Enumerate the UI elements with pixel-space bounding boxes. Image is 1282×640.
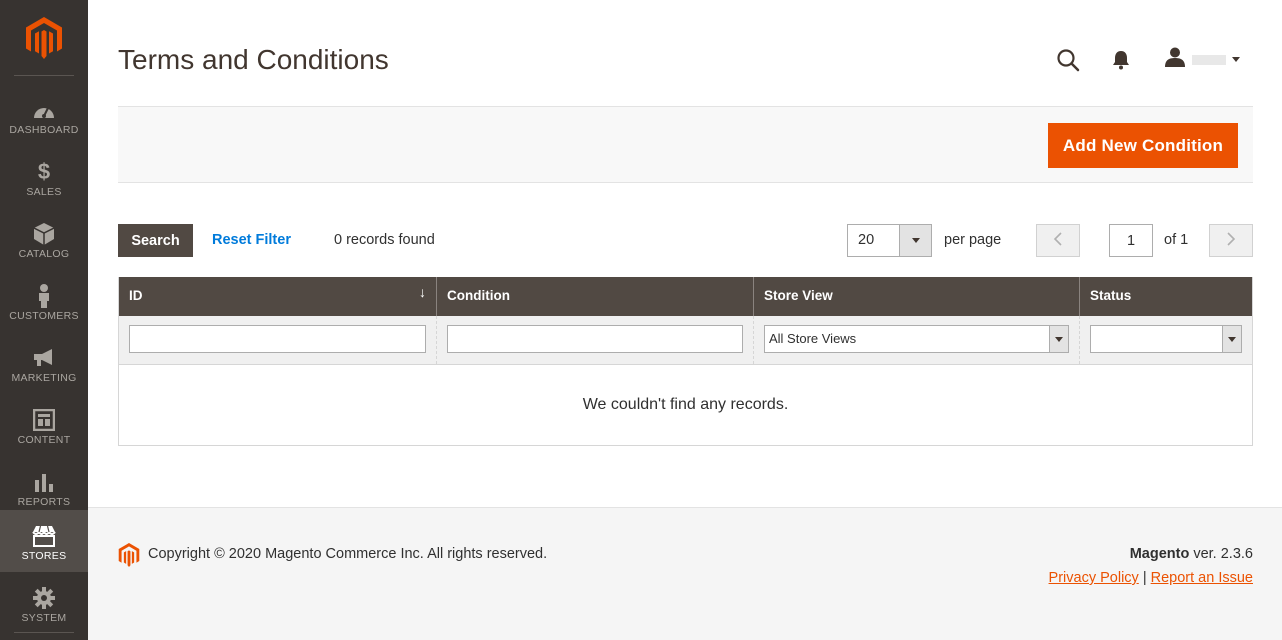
column-header-label: Condition	[447, 288, 510, 303]
page-title: Terms and Conditions	[118, 44, 389, 75]
magento-footer-logo-icon	[118, 543, 140, 567]
store-view-filter-value: All Store Views	[769, 331, 857, 346]
next-page-button[interactable]	[1209, 224, 1253, 257]
sidebar-item-label: SALES	[26, 186, 62, 198]
admin-sidebar: DASHBOARD $ SALES CATALOG CUSTOMERS MARK…	[0, 0, 88, 640]
report-issue-link[interactable]: Report an Issue	[1151, 570, 1253, 586]
filter-cell-id	[119, 316, 436, 364]
add-new-condition-button[interactable]: Add New Condition	[1048, 123, 1238, 168]
grid-header-row: ID ↓ Condition Store View Status	[119, 277, 1252, 316]
magento-logo-icon	[26, 17, 62, 59]
notifications-bell-icon[interactable]	[1110, 49, 1132, 71]
per-page-select[interactable]: 20	[847, 224, 932, 257]
filter-cell-store-view: All Store Views	[753, 316, 1079, 364]
column-header-status[interactable]: Status	[1079, 277, 1252, 316]
sidebar-item-sales[interactable]: $ SALES	[0, 146, 88, 208]
sidebar-item-label: CUSTOMERS	[9, 310, 79, 322]
records-count: 0 records found	[334, 232, 435, 248]
megaphone-icon	[32, 346, 56, 370]
version-info: Magento ver. 2.3.6	[1130, 546, 1253, 562]
sidebar-item-label: REPORTS	[17, 496, 71, 508]
column-header-id[interactable]: ID ↓	[119, 277, 436, 316]
page-actions-bar: Add New Condition	[118, 106, 1253, 183]
sidebar-item-system[interactable]: SYSTEM	[0, 572, 88, 634]
sidebar-divider	[14, 75, 74, 76]
page-total: of 1	[1164, 232, 1189, 248]
per-page-label: per page	[944, 232, 1002, 248]
box-icon	[32, 222, 56, 246]
user-icon	[1164, 47, 1186, 72]
column-header-store-view[interactable]: Store View	[753, 277, 1079, 316]
layout-icon	[32, 408, 56, 432]
version-text: ver. 2.3.6	[1189, 546, 1253, 562]
magento-logo[interactable]	[0, 0, 88, 76]
sidebar-item-dashboard[interactable]: DASHBOARD	[0, 84, 88, 146]
chevron-down-icon	[1049, 326, 1068, 352]
store-view-filter-select[interactable]: All Store Views	[764, 325, 1069, 353]
sidebar-item-label: SYSTEM	[21, 612, 67, 624]
sidebar-item-label: MARKETING	[11, 372, 77, 384]
chevron-down-icon	[899, 225, 931, 256]
id-filter-input[interactable]	[129, 325, 426, 353]
sidebar-item-customers[interactable]: CUSTOMERS	[0, 270, 88, 332]
privacy-policy-link[interactable]: Privacy Policy	[1049, 570, 1139, 586]
page-footer: Copyright © 2020 Magento Commerce Inc. A…	[88, 507, 1282, 640]
sidebar-divider	[14, 632, 74, 633]
empty-grid-message: We couldn't find any records.	[119, 365, 1252, 445]
grid-filter-row: All Store Views	[119, 316, 1252, 365]
sidebar-item-reports[interactable]: REPORTS	[0, 456, 88, 518]
user-name-placeholder	[1192, 54, 1226, 65]
sidebar-item-label: DASHBOARD	[9, 124, 79, 136]
reset-filter-link[interactable]: Reset Filter	[212, 232, 291, 248]
column-header-label: Status	[1090, 288, 1132, 303]
gear-icon	[32, 586, 56, 610]
search-button[interactable]: Search	[118, 224, 193, 257]
filter-cell-condition	[436, 316, 753, 364]
sidebar-item-label: STORES	[21, 550, 67, 562]
chevron-right-icon	[1226, 230, 1236, 251]
sidebar-item-label: CATALOG	[18, 248, 70, 260]
sort-arrow-down-icon: ↓	[419, 284, 426, 300]
brand-name: Magento	[1129, 546, 1190, 562]
dollar-icon: $	[37, 159, 51, 184]
bar-chart-icon	[32, 470, 56, 494]
sidebar-item-content[interactable]: CONTENT	[0, 394, 88, 456]
per-page-value: 20	[858, 232, 875, 248]
admin-user-menu[interactable]	[1164, 47, 1240, 72]
column-header-label: ID	[129, 288, 143, 303]
link-separator: |	[1138, 570, 1151, 586]
footer-links: Privacy Policy | Report an Issue	[1049, 570, 1253, 586]
copyright-text: Copyright © 2020 Magento Commerce Inc. A…	[148, 546, 548, 562]
global-search-icon[interactable]	[1056, 48, 1080, 72]
sidebar-item-catalog[interactable]: CATALOG	[0, 208, 88, 270]
sidebar-item-label: CONTENT	[17, 434, 71, 446]
chevron-down-icon	[1232, 57, 1240, 62]
previous-page-button[interactable]	[1036, 224, 1080, 257]
condition-filter-input[interactable]	[447, 325, 743, 353]
person-icon	[32, 284, 56, 308]
dashboard-icon	[32, 98, 56, 122]
terms-grid: ID ↓ Condition Store View Status All Sto…	[118, 277, 1253, 446]
status-filter-value	[1091, 326, 1222, 352]
sidebar-item-marketing[interactable]: MARKETING	[0, 332, 88, 394]
status-filter-select[interactable]	[1090, 325, 1242, 353]
chevron-left-icon	[1053, 230, 1063, 251]
chevron-down-icon	[1222, 326, 1241, 352]
sidebar-item-stores[interactable]: STORES	[0, 510, 88, 572]
store-icon	[32, 524, 56, 548]
filter-cell-status	[1079, 316, 1252, 364]
column-header-condition[interactable]: Condition	[436, 277, 753, 316]
column-header-label: Store View	[764, 288, 833, 303]
page-number-input[interactable]	[1109, 224, 1153, 257]
